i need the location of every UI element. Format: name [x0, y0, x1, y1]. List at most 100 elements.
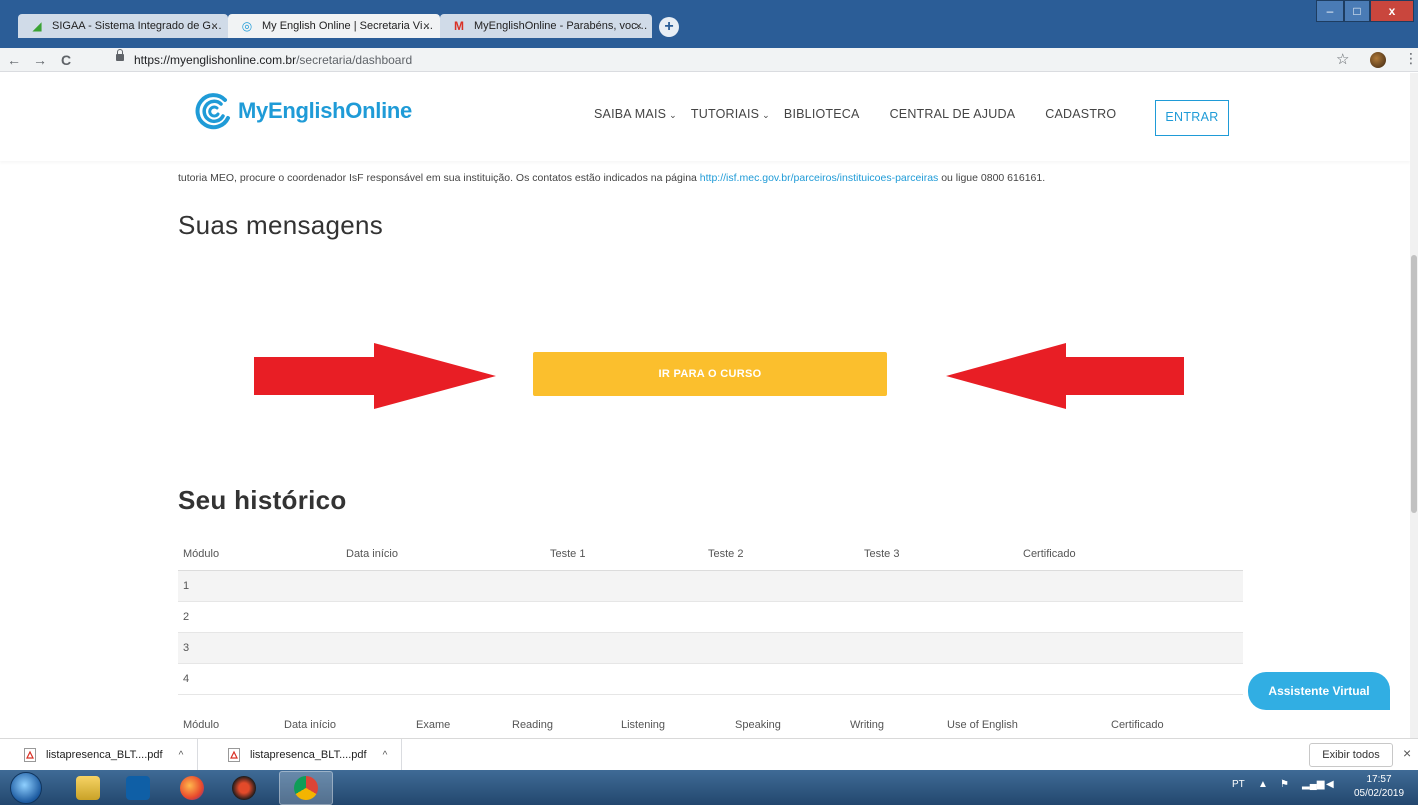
- intro-text-before: tutoria MEO, procure o coordenador IsF r…: [178, 172, 700, 184]
- column-header: Listening: [621, 719, 666, 731]
- table-header: Módulo Data início Exame Reading Listeni…: [178, 710, 1243, 738]
- browser-tab-strip: ◢ SIGAA - Sistema Integrado de G… × ◎ My…: [0, 0, 1418, 48]
- forward-arrow-icon[interactable]: →: [30, 50, 50, 70]
- profile-avatar[interactable]: [1370, 52, 1386, 68]
- window-close-button[interactable]: x: [1370, 0, 1414, 22]
- column-header: Módulo: [183, 719, 220, 731]
- app-icon[interactable]: [232, 776, 256, 800]
- browser-tab-meo[interactable]: ◎ My English Online | Secretaria Vi… ×: [228, 14, 440, 38]
- column-header: Speaking: [735, 719, 781, 731]
- site-header: MyEnglishOnline SAIBA MAIS ⌄ TUTORIAIS ⌄ B…: [0, 73, 1410, 161]
- window-maximize-button[interactable]: □: [1344, 0, 1370, 22]
- bookmark-star-icon[interactable]: ☆: [1336, 50, 1349, 68]
- scrollbar-thumb[interactable]: [1411, 255, 1417, 513]
- page-viewport: MyEnglishOnline SAIBA MAIS ⌄ TUTORIAIS ⌄ B…: [0, 73, 1410, 738]
- partner-institutions-link[interactable]: http://isf.mec.gov.br/parceiros/institui…: [700, 172, 938, 184]
- pdf-file-icon: [24, 748, 36, 762]
- tab-close-icon[interactable]: ×: [211, 14, 218, 38]
- nav-item-saiba-mais[interactable]: SAIBA MAIS ⌄: [594, 107, 677, 121]
- nav-label: SAIBA MAIS: [594, 107, 667, 121]
- tab-close-icon[interactable]: ×: [635, 14, 642, 38]
- new-tab-button[interactable]: +: [659, 17, 679, 37]
- downloads-bar: listapresenca_BLT....pdf ^ listapresenca…: [0, 738, 1418, 771]
- back-arrow-icon[interactable]: ←: [4, 50, 24, 70]
- nav-label: TUTORIAIS: [690, 107, 760, 121]
- tab-title: SIGAA - Sistema Integrado de G…: [52, 20, 222, 32]
- history-title: Seu histórico: [178, 485, 347, 515]
- nav-item-cadastro[interactable]: CADASTRO: [1045, 107, 1116, 121]
- close-downloads-icon[interactable]: ×: [1403, 745, 1411, 761]
- chevron-down-icon: ⌄: [762, 110, 770, 120]
- download-filename: listapresenca_BLT....pdf: [250, 749, 367, 761]
- column-header: Reading: [512, 719, 553, 731]
- table-row: 2: [178, 602, 1243, 633]
- table-row: 4: [178, 664, 1243, 695]
- column-header: Use of English: [947, 719, 1018, 731]
- show-all-downloads-button[interactable]: Exibir todos: [1309, 743, 1393, 767]
- chrome-icon: [294, 776, 318, 800]
- history-table-modules: Módulo Data início Teste 1 Teste 2 Teste…: [178, 539, 1243, 695]
- address-bar[interactable]: https://myenglishonline.com.br/secretari…: [134, 52, 412, 68]
- lock-icon: [116, 49, 124, 61]
- clock-time: 17:57: [1366, 774, 1392, 785]
- menu-kebab-icon[interactable]: ⋮: [1404, 50, 1418, 67]
- browser-tab-sigaa[interactable]: ◢ SIGAA - Sistema Integrado de G… ×: [18, 14, 228, 38]
- site-logo[interactable]: MyEnglishOnline: [194, 91, 412, 131]
- network-signal-icon[interactable]: ▂▄▆: [1302, 779, 1324, 790]
- meo-logo-icon: ◎: [241, 19, 253, 33]
- tab-close-icon[interactable]: ×: [423, 14, 430, 38]
- logo-text: MyEnglishOnline: [238, 98, 412, 123]
- virtual-assistant-button[interactable]: Assistente Virtual: [1248, 672, 1390, 710]
- volume-icon[interactable]: ◀: [1326, 779, 1334, 790]
- tray-expand-icon[interactable]: ▲: [1258, 779, 1268, 790]
- nav-item-tutoriais[interactable]: TUTORIAIS ⌄: [691, 107, 770, 121]
- tab-title: MyEnglishOnline - Parabéns, voc…: [474, 20, 648, 32]
- column-header: Data início: [284, 719, 336, 731]
- windows-taskbar: PT ▲ ⚑ ▂▄▆ ◀ 17:57 05/02/2019: [0, 770, 1418, 805]
- column-header: Certificado: [1111, 719, 1164, 731]
- window-minimize-button[interactable]: –: [1316, 0, 1344, 22]
- download-filename: listapresenca_BLT....pdf: [46, 749, 163, 761]
- language-indicator[interactable]: PT: [1232, 779, 1245, 790]
- table-row: 1: [178, 571, 1243, 602]
- column-header: Writing: [850, 719, 885, 731]
- column-header: Data início: [346, 548, 398, 560]
- nav-item-biblioteca[interactable]: BIBLIOTECA: [784, 107, 860, 121]
- chevron-up-icon[interactable]: ^: [179, 750, 184, 761]
- main-nav: SAIBA MAIS ⌄ TUTORIAIS ⌄ BIBLIOTECA CENTRA…: [594, 95, 1116, 133]
- login-button[interactable]: ENTRAR: [1155, 100, 1229, 136]
- start-button-icon[interactable]: [10, 772, 42, 804]
- nav-item-central-de-ajuda[interactable]: CENTRAL DE AJUDA: [890, 107, 1016, 121]
- tab-title: My English Online | Secretaria Vi…: [262, 20, 434, 32]
- system-clock[interactable]: 17:57 05/02/2019: [1346, 773, 1412, 801]
- pdf-file-icon: [228, 748, 240, 762]
- left-pointing-arrow-icon: [946, 343, 1184, 409]
- clock-date: 05/02/2019: [1353, 788, 1405, 799]
- messages-title: Suas mensagens: [178, 210, 384, 240]
- url-host: https://myenglishonline.com.br: [134, 53, 297, 67]
- column-header: Certificado: [1023, 548, 1076, 560]
- intro-text: tutoria MEO, procure o coordenador IsF r…: [178, 172, 1045, 184]
- go-to-course-button[interactable]: IR PARA O CURSO: [533, 352, 887, 396]
- meo-logo-icon: [195, 93, 230, 130]
- outlook-icon[interactable]: [126, 776, 150, 800]
- table-header: Módulo Data início Teste 1 Teste 2 Teste…: [178, 539, 1243, 571]
- url-path: /secretaria/dashboard: [296, 53, 413, 67]
- table-row: 3: [178, 633, 1243, 664]
- column-header: Teste 1: [550, 548, 586, 560]
- column-header: Teste 3: [864, 548, 900, 560]
- chevron-down-icon: ⌄: [669, 110, 677, 120]
- right-pointing-arrow-icon: [254, 343, 496, 409]
- flag-icon[interactable]: ⚑: [1280, 779, 1289, 790]
- reload-icon[interactable]: C: [56, 50, 76, 70]
- file-explorer-icon[interactable]: [76, 776, 100, 800]
- browser-toolbar: ← → C https://myenglishonline.com.br/sec…: [0, 48, 1418, 72]
- download-item[interactable]: listapresenca_BLT....pdf ^: [228, 739, 403, 771]
- firefox-icon[interactable]: [180, 776, 204, 800]
- chevron-up-icon[interactable]: ^: [383, 750, 388, 761]
- column-header: Módulo: [183, 548, 220, 560]
- browser-tab-gmail[interactable]: M MyEnglishOnline - Parabéns, voc… ×: [440, 14, 652, 38]
- download-item[interactable]: listapresenca_BLT....pdf ^: [24, 739, 199, 771]
- sigaa-leaf-icon: ◢: [32, 19, 42, 33]
- column-header: Exame: [416, 719, 451, 731]
